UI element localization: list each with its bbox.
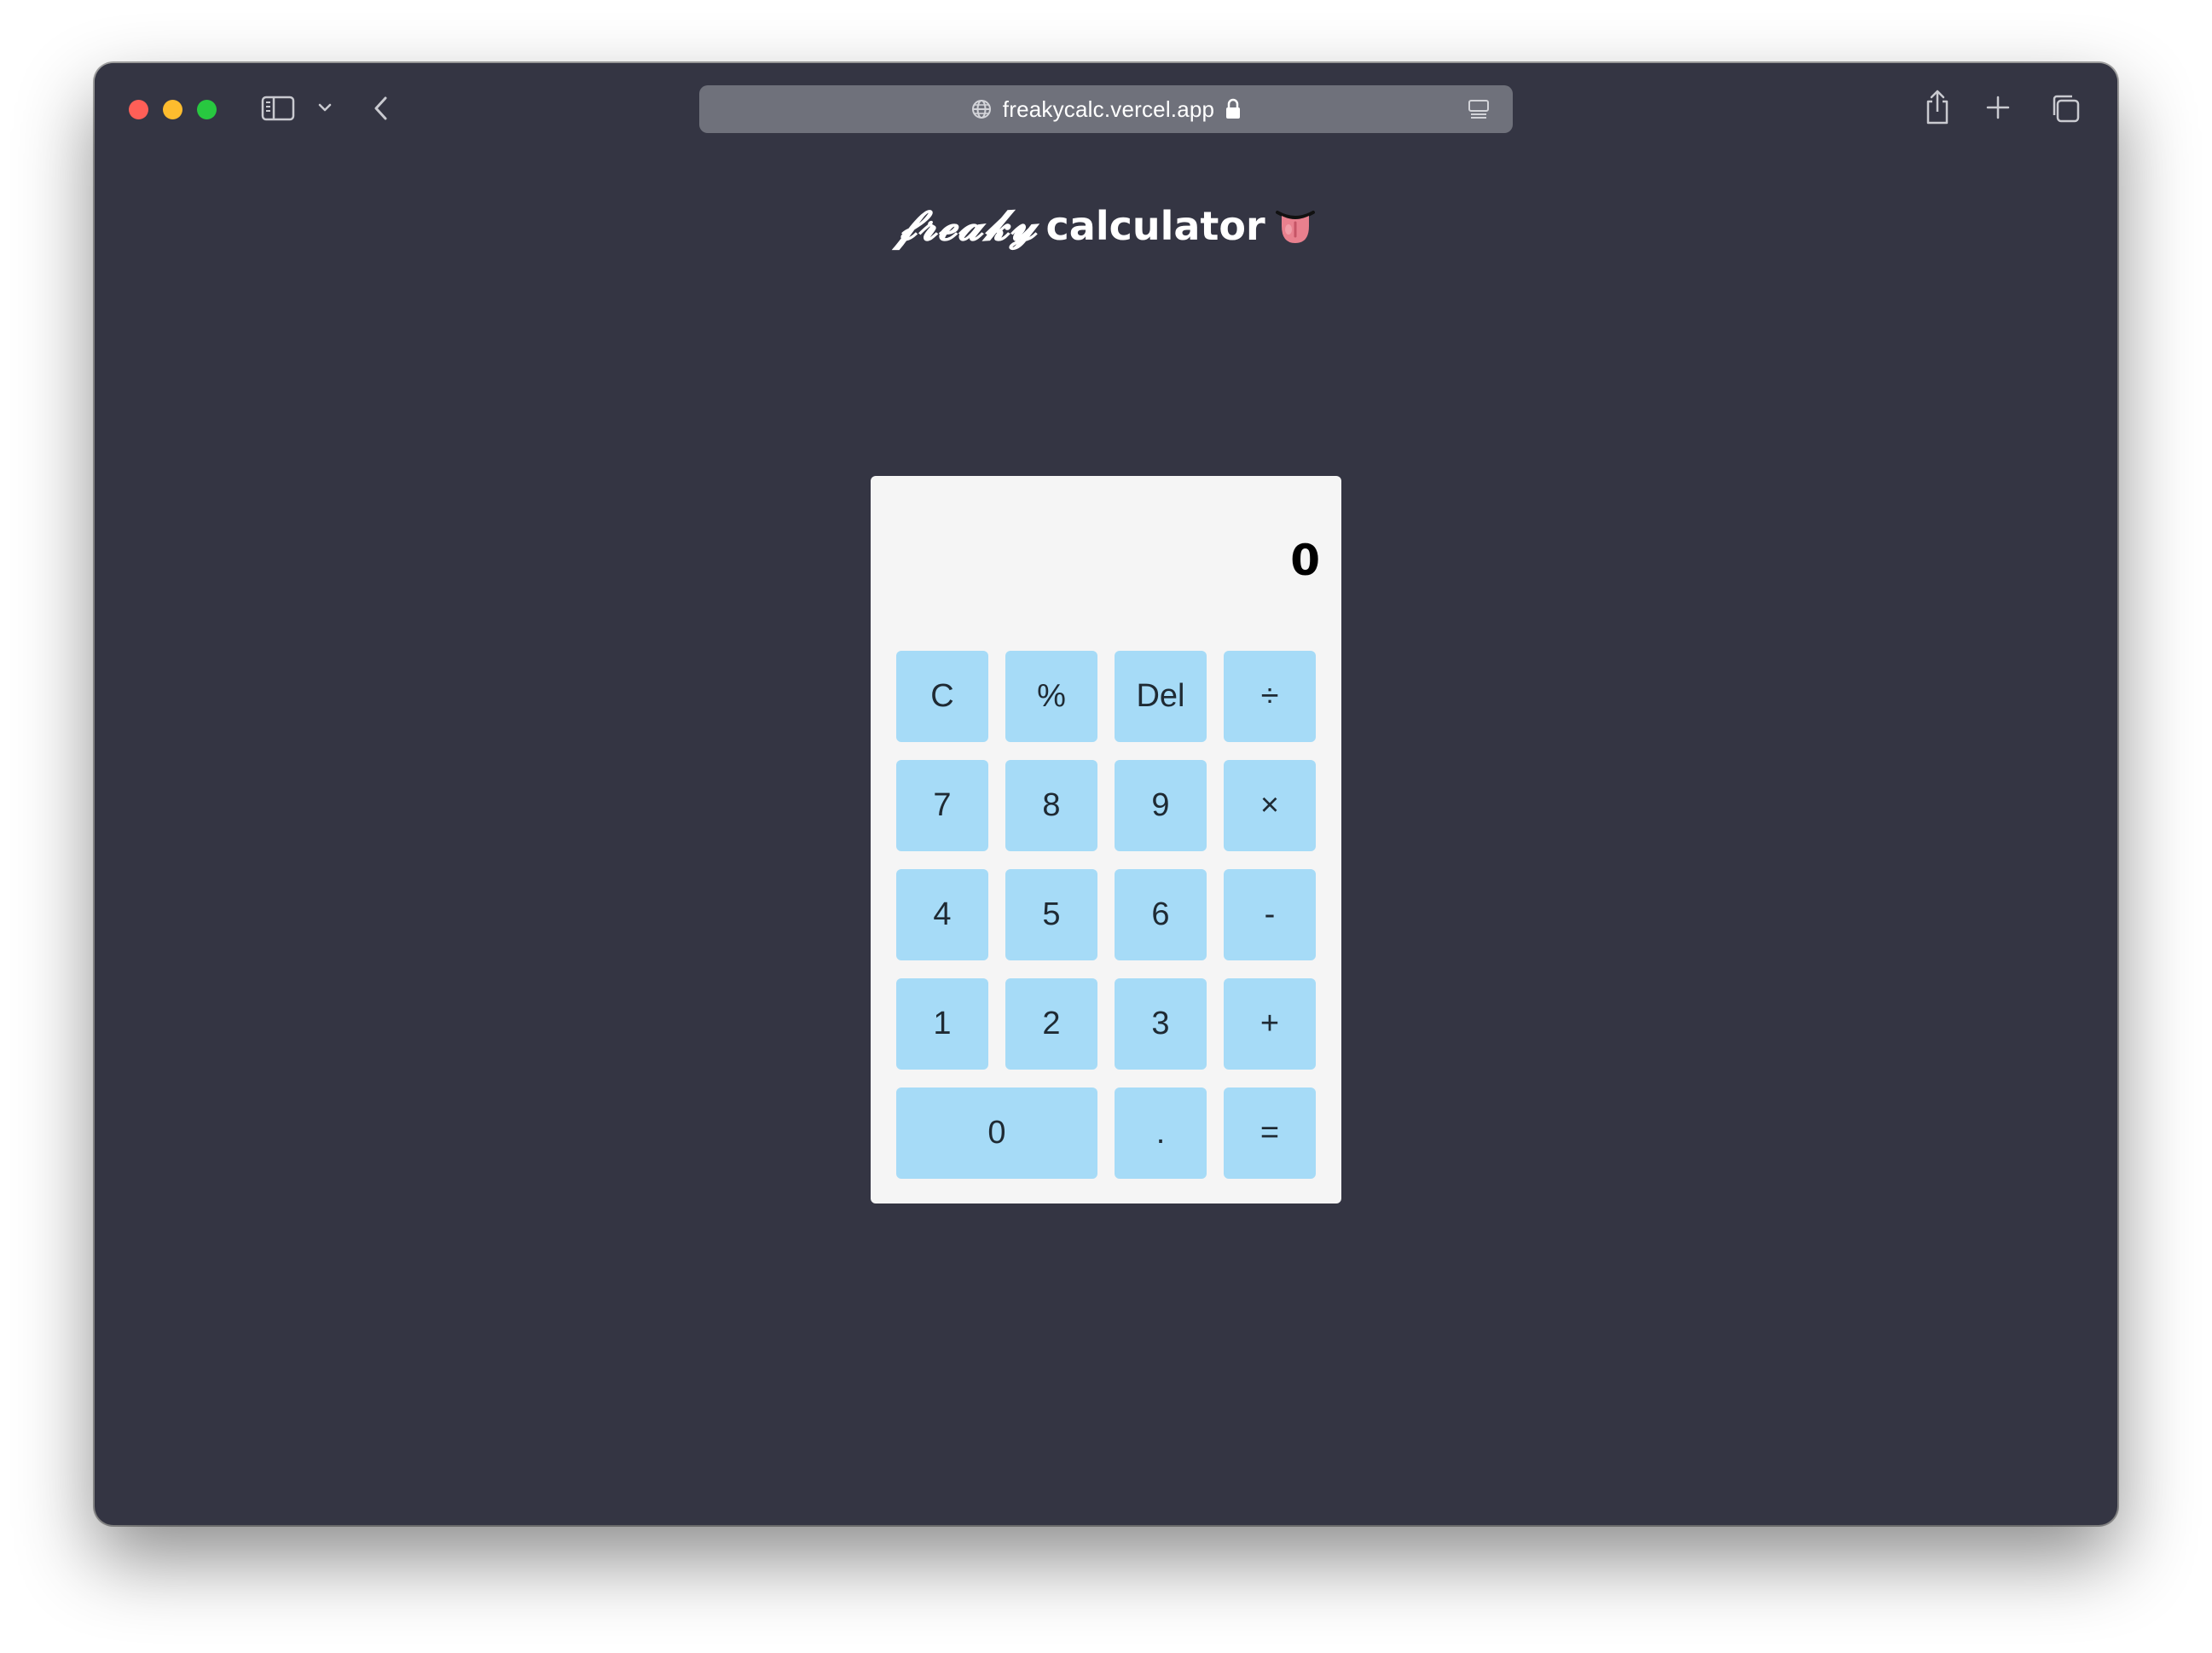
divide-button[interactable]: ÷: [1224, 651, 1316, 742]
title-freaky-text: 𝓯𝓻𝓮𝓪𝓴𝔂: [895, 200, 1038, 250]
lock-icon: [1225, 98, 1242, 120]
new-tab-icon[interactable]: [1984, 94, 2012, 121]
one-button[interactable]: 1: [896, 978, 988, 1070]
back-icon[interactable]: [369, 91, 393, 125]
chevron-down-icon[interactable]: [315, 97, 335, 118]
clear-button[interactable]: C: [896, 651, 988, 742]
browser-toolbar: freakycalc.vercel.app: [95, 63, 2117, 154]
minimize-button[interactable]: [163, 100, 182, 119]
close-button[interactable]: [129, 100, 148, 119]
three-button[interactable]: 3: [1115, 978, 1207, 1070]
seven-button[interactable]: 7: [896, 760, 988, 851]
title-calculator-text: calculator: [1045, 203, 1265, 249]
share-icon[interactable]: [1923, 87, 1952, 126]
maximize-button[interactable]: [197, 100, 217, 119]
tongue-emoji-icon: [1274, 204, 1317, 251]
delete-button[interactable]: Del: [1115, 651, 1207, 742]
address-bar[interactable]: freakycalc.vercel.app: [699, 85, 1513, 133]
sidebar-icon[interactable]: [260, 92, 296, 125]
two-button[interactable]: 2: [1005, 978, 1097, 1070]
nine-button[interactable]: 9: [1115, 760, 1207, 851]
calculator: 0 C % Del ÷ 7 8 9 × 4 5 6 - 1 2 3 + 0 . …: [871, 476, 1341, 1204]
decimal-button[interactable]: .: [1115, 1088, 1207, 1179]
reader-icon[interactable]: [1467, 97, 1491, 121]
zero-button[interactable]: 0: [896, 1088, 1097, 1179]
tab-overview-icon[interactable]: [2049, 92, 2082, 125]
multiply-button[interactable]: ×: [1224, 760, 1316, 851]
add-button[interactable]: +: [1224, 978, 1316, 1070]
page-title: 𝓯𝓻𝓮𝓪𝓴𝔂 calculator: [95, 200, 2117, 251]
equals-button[interactable]: =: [1224, 1088, 1316, 1179]
six-button[interactable]: 6: [1115, 869, 1207, 960]
calculator-display: 0: [1290, 536, 1320, 585]
url-text: freakycalc.vercel.app: [1002, 96, 1215, 122]
subtract-button[interactable]: -: [1224, 869, 1316, 960]
five-button[interactable]: 5: [1005, 869, 1097, 960]
globe-icon: [970, 98, 993, 120]
four-button[interactable]: 4: [896, 869, 988, 960]
browser-window: freakycalc.vercel.app 𝓯𝓻𝓮𝓪𝓴𝔂 calculator …: [95, 63, 2117, 1525]
eight-button[interactable]: 8: [1005, 760, 1097, 851]
percent-button[interactable]: %: [1005, 651, 1097, 742]
